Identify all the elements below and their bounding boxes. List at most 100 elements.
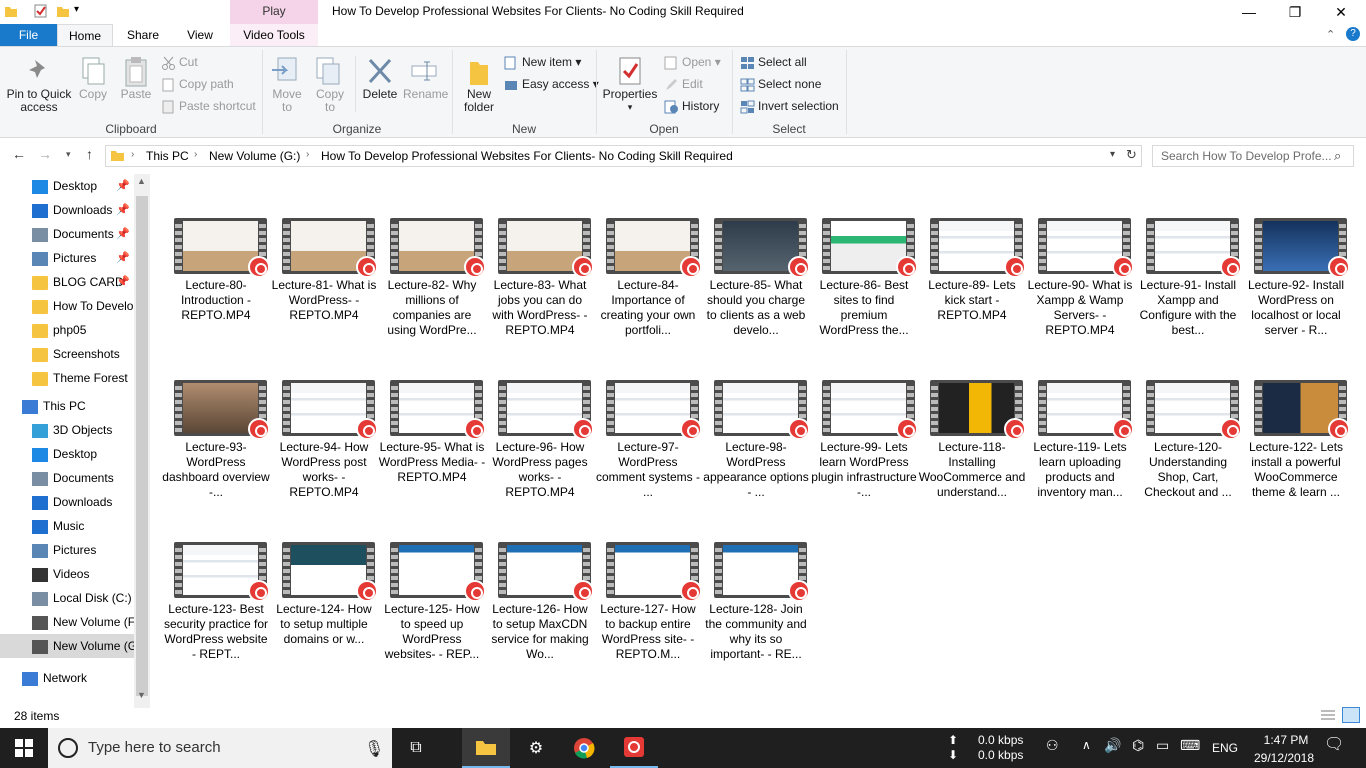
- file-item[interactable]: Lecture-82- Why millions of companies ar…: [378, 218, 486, 376]
- paste-button[interactable]: Paste: [118, 56, 154, 101]
- maximize-icon[interactable]: ❐: [1272, 0, 1318, 24]
- nav-pc-item[interactable]: Music: [0, 514, 134, 538]
- search-input[interactable]: Search How To Develop Profe...: [1152, 145, 1354, 167]
- properties-icon[interactable]: [34, 4, 48, 18]
- details-view-icon[interactable]: [1320, 708, 1336, 722]
- customize-quick-access-icon[interactable]: ▾: [74, 4, 79, 15]
- nav-pc-item[interactable]: New Volume (G: [0, 634, 134, 658]
- nav-quick-item[interactable]: Pictures 📌: [0, 246, 134, 270]
- chrome-icon[interactable]: [560, 728, 608, 768]
- clock-date[interactable]: 29/12/2018: [1246, 751, 1322, 766]
- file-item[interactable]: Lecture-118- Installing WooCommerce and …: [918, 380, 1026, 538]
- nav-pc-item[interactable]: New Volume (F: [0, 610, 134, 634]
- copy-to-button[interactable]: Copy to: [313, 56, 347, 114]
- file-item[interactable]: Lecture-97- WordPress comment systems - …: [594, 380, 702, 538]
- chevron-up-icon[interactable]: ∧: [1082, 738, 1091, 753]
- taskbar-search-input[interactable]: Type here to search: [48, 728, 392, 768]
- nav-quick-item[interactable]: Downloads 📌: [0, 198, 134, 222]
- file-item[interactable]: Lecture-89- Lets kick start - REPTO.MP4: [918, 218, 1026, 376]
- nav-quick-item[interactable]: Documents 📌: [0, 222, 134, 246]
- monitor-icon[interactable]: ▭: [1156, 738, 1169, 753]
- rename-button[interactable]: Rename: [403, 56, 448, 101]
- close-icon[interactable]: ✕: [1318, 0, 1364, 24]
- file-item[interactable]: Lecture-81- What is WordPress- - REPTO.M…: [270, 218, 378, 376]
- nav-quick-item[interactable]: Theme Forest: [0, 366, 134, 390]
- new-item-button[interactable]: New item ▾: [504, 55, 581, 70]
- new-folder-button[interactable]: New folder: [460, 56, 498, 114]
- file-item[interactable]: Lecture-124- How to setup multiple domai…: [270, 542, 378, 700]
- file-item[interactable]: Lecture-94- How WordPress post works- - …: [270, 380, 378, 538]
- file-item[interactable]: Lecture-127- How to backup entire WordPr…: [594, 542, 702, 700]
- file-item[interactable]: Lecture-98- WordPress appearance options…: [702, 380, 810, 538]
- network-icon[interactable]: ⌬: [1132, 738, 1144, 753]
- file-item[interactable]: Lecture-86- Best sites to find premium W…: [810, 218, 918, 376]
- nav-this-pc[interactable]: This PC: [0, 394, 134, 418]
- properties-button[interactable]: Properties ▾: [602, 56, 658, 114]
- history-button[interactable]: History: [664, 99, 719, 114]
- address-dropdown-icon[interactable]: ▾: [1110, 149, 1115, 160]
- file-item[interactable]: Lecture-125- How to speed up WordPress w…: [378, 542, 486, 700]
- microphone-icon[interactable]: 🎙: [364, 739, 384, 759]
- task-view-icon[interactable]: ⧉: [392, 728, 440, 768]
- scroll-down-icon[interactable]: ▼: [137, 690, 146, 700]
- move-to-button[interactable]: Move to: [270, 56, 304, 114]
- paste-shortcut-button[interactable]: Paste shortcut: [161, 99, 256, 114]
- file-item[interactable]: Lecture-84- Importance of creating your …: [594, 218, 702, 376]
- large-icons-view-icon[interactable]: [1342, 707, 1360, 723]
- settings-gear-icon[interactable]: ⚙: [512, 728, 560, 768]
- nav-pc-item[interactable]: Local Disk (C:): [0, 586, 134, 610]
- copy-path-button[interactable]: Copy path: [161, 77, 234, 92]
- delete-button[interactable]: Delete: [361, 56, 399, 101]
- file-item[interactable]: Lecture-96- How WordPress pages works- -…: [486, 380, 594, 538]
- file-item[interactable]: Lecture-83- What jobs you can do with Wo…: [486, 218, 594, 376]
- file-item[interactable]: Lecture-90- What is Xampp & Wamp Servers…: [1026, 218, 1134, 376]
- file-item[interactable]: Lecture-120- Understanding Shop, Cart, C…: [1134, 380, 1242, 538]
- breadcrumb-new-volume[interactable]: New Volume (G:): [209, 149, 300, 163]
- cut-button[interactable]: Cut: [161, 55, 198, 70]
- file-item[interactable]: Lecture-93- WordPress dashboard overview…: [162, 380, 270, 538]
- nav-scrollbar-thumb[interactable]: [136, 196, 148, 696]
- new-folder-quick-icon[interactable]: [56, 4, 70, 18]
- open-button[interactable]: Open ▾: [664, 55, 721, 70]
- select-none-button[interactable]: Select none: [740, 77, 821, 92]
- up-arrow-icon[interactable]: ↑: [86, 146, 93, 162]
- chevron-up-icon[interactable]: ⌃: [1326, 28, 1335, 41]
- edit-button[interactable]: Edit: [664, 77, 703, 92]
- invert-selection-button[interactable]: Invert selection: [740, 99, 839, 114]
- volume-icon[interactable]: 🔊: [1104, 738, 1121, 753]
- nav-network[interactable]: Network: [0, 666, 134, 690]
- file-item[interactable]: Lecture-126- How to setup MaxCDN service…: [486, 542, 594, 700]
- windows-start-icon[interactable]: [0, 728, 48, 768]
- help-icon[interactable]: ?: [1346, 27, 1360, 41]
- select-all-button[interactable]: Select all: [740, 55, 807, 70]
- breadcrumb-current-folder[interactable]: How To Develop Professional Websites For…: [321, 149, 733, 163]
- nav-pc-item[interactable]: Downloads: [0, 490, 134, 514]
- file-item[interactable]: Lecture-91- Install Xampp and Configure …: [1134, 218, 1242, 376]
- pin-quick-access-button[interactable]: Pin to Quick access: [4, 56, 74, 114]
- forward-arrow-icon[interactable]: →: [38, 146, 52, 162]
- scroll-up-icon[interactable]: ▲: [137, 176, 146, 186]
- file-item[interactable]: Lecture-123- Best security practice for …: [162, 542, 270, 700]
- people-icon[interactable]: ⚇: [1046, 738, 1059, 753]
- file-item[interactable]: Lecture-119- Lets learn uploading produc…: [1026, 380, 1134, 538]
- minimize-icon[interactable]: —: [1226, 0, 1272, 24]
- language-indicator[interactable]: ENG: [1212, 741, 1238, 756]
- nav-pc-item[interactable]: Pictures: [0, 538, 134, 562]
- recent-locations-icon[interactable]: ▾: [66, 149, 71, 160]
- nav-pc-item[interactable]: 3D Objects: [0, 418, 134, 442]
- refresh-icon[interactable]: ↻: [1126, 147, 1137, 163]
- back-arrow-icon[interactable]: ←: [12, 146, 26, 162]
- tab-share[interactable]: Share: [113, 24, 173, 46]
- nav-quick-item[interactable]: Screenshots: [0, 342, 134, 366]
- nav-quick-item[interactable]: Desktop 📌: [0, 174, 134, 198]
- nav-quick-item[interactable]: php05: [0, 318, 134, 342]
- nav-quick-item[interactable]: How To Develo: [0, 294, 134, 318]
- file-item[interactable]: Lecture-85- What should you charge to cl…: [702, 218, 810, 376]
- breadcrumb-this-pc[interactable]: This PC: [146, 149, 189, 163]
- media-player-taskbar-icon[interactable]: [610, 728, 658, 768]
- tab-video-tools[interactable]: Video Tools: [230, 24, 318, 46]
- clock-time[interactable]: 1:47 PM: [1260, 733, 1312, 748]
- file-item[interactable]: Lecture-92- Install WordPress on localho…: [1242, 218, 1350, 376]
- copy-button[interactable]: Copy: [78, 56, 108, 101]
- nav-pc-item[interactable]: Desktop: [0, 442, 134, 466]
